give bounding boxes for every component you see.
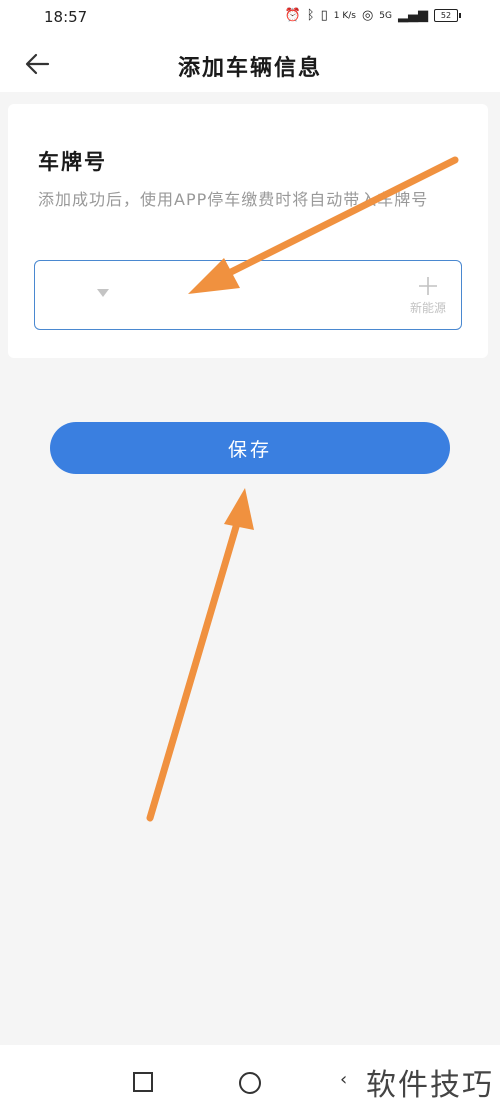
status-icons: ⏰ ᛒ ▯ 1 K/s ◎ 5G ▂▄▆ 52 [284,8,461,23]
status-bar: 18:57 ⏰ ᛒ ▯ 1 K/s ◎ 5G ▂▄▆ 52 [0,0,500,36]
annotation-arrow-to-save [146,488,254,822]
plate-number-input[interactable]: 新能源 [34,260,462,330]
triangle-down-icon[interactable] [95,287,111,299]
new-energy-toggle[interactable]: 新能源 [401,275,455,316]
net-speed: 1 K/s [333,10,356,21]
bluetooth-icon: ᛒ [306,8,315,23]
alarm-icon: ⏰ [284,8,301,23]
wifi-icon: ◎ [361,8,374,23]
signal-icon: ▂▄▆ [398,8,428,23]
plus-icon [419,277,437,295]
watermark: 软件技巧 [366,1068,494,1103]
plate-card: 车牌号 添加成功后，使用APP停车缴费时将自动带入车牌号 新能源 [8,104,488,358]
battery-icon: 52 [434,9,461,22]
new-energy-label: 新能源 [409,301,446,315]
triangle-left-icon[interactable]: ‹ [340,1069,347,1090]
plate-card-title: 车牌号 [38,150,107,174]
square-icon[interactable] [132,1071,154,1093]
vibrate-icon: ▯ [320,8,328,23]
network-type: 5G [379,10,392,21]
nav-bar: 添加车辆信息 [0,36,500,92]
plate-card-description: 添加成功后，使用APP停车缴费时将自动带入车牌号 [38,190,429,209]
circle-icon[interactable] [238,1071,262,1095]
page-title: 添加车辆信息 [177,56,322,81]
save-button[interactable]: 保存 [50,422,450,474]
status-time: 18:57 [44,8,88,26]
